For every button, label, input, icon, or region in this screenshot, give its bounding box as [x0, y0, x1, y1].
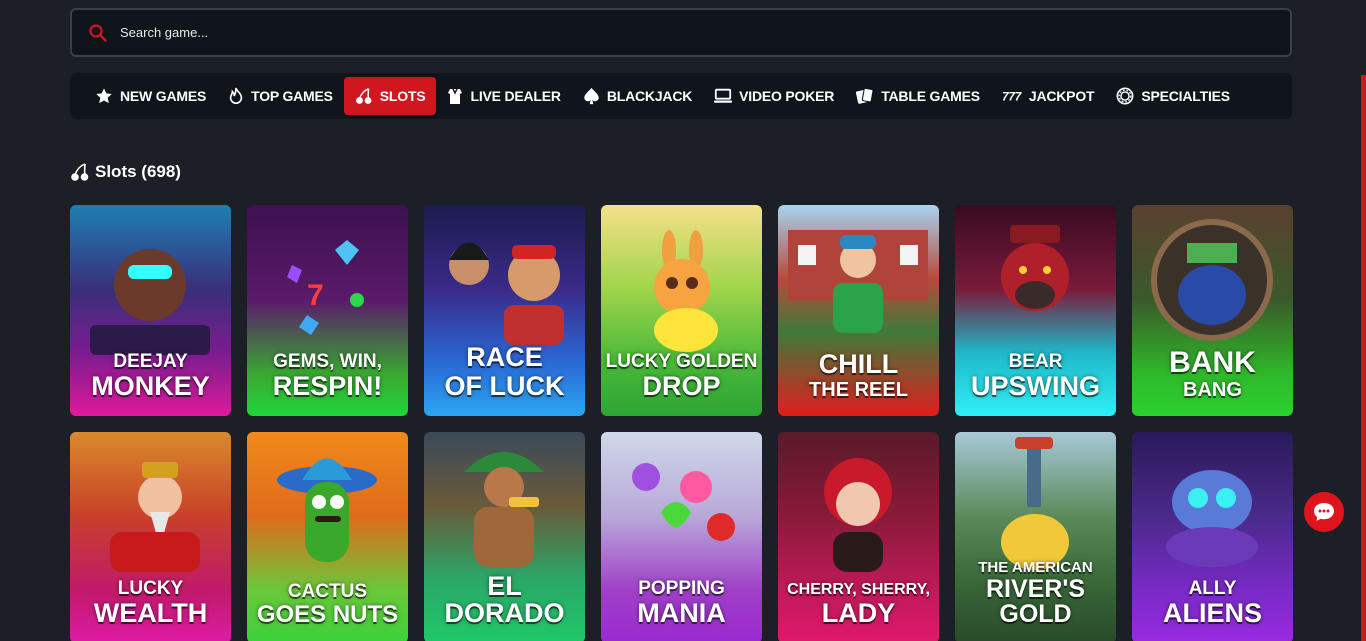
game-title-line2: OF LUCK: [444, 371, 565, 401]
game-title-line1: POPPING: [638, 578, 725, 599]
svg-text:7: 7: [307, 279, 324, 312]
game-card-race-of-luck[interactable]: RACE OF LUCK: [424, 205, 585, 416]
game-title-line2: DROP: [642, 371, 721, 401]
star-icon: [95, 87, 113, 105]
game-card-popping-mania[interactable]: POPPING MANIA: [601, 432, 762, 641]
game-title-line1: THE AMERICAN: [978, 559, 1093, 576]
nav-top-games[interactable]: TOP GAMES: [217, 77, 344, 115]
game-card-ally-aliens[interactable]: ALLY ALIENS: [1132, 432, 1293, 641]
game-card-lucky-golden-drop[interactable]: LUCKY GOLDEN DROP: [601, 205, 762, 416]
nav-label: SLOTS: [379, 88, 426, 104]
nav-live-dealer[interactable]: LIVE DEALER: [436, 77, 571, 115]
game-card-bear-upswing[interactable]: BEAR UPSWING: [955, 205, 1116, 416]
nav-label: LIVE DEALER: [470, 88, 561, 104]
game-card-deejay-monkey[interactable]: DEEJAY MONKEY: [70, 205, 231, 416]
game-title-line1: CACTUS: [287, 581, 368, 602]
nav-specialties[interactable]: SPECIALTIES: [1105, 77, 1241, 115]
flame-icon: [228, 87, 244, 105]
cherry-icon: [355, 87, 373, 105]
chat-bubble-icon: [1314, 503, 1334, 521]
nav-table-games[interactable]: TABLE GAMES: [845, 77, 991, 115]
game-title-line2: ALIENS: [1162, 598, 1262, 628]
game-card-bank-bang[interactable]: BANK BANG: [1132, 205, 1293, 416]
game-title-line1: CHILL: [818, 349, 899, 379]
cards-icon: [856, 87, 874, 105]
search-icon: [89, 23, 107, 42]
game-card-gems-win-respin[interactable]: 7 GEMS, WIN, RESPIN!: [247, 205, 408, 416]
game-title-line1: CHERRY, SHERRY,: [787, 581, 930, 598]
nav-slots[interactable]: SLOTS: [343, 77, 437, 115]
spade-icon: [583, 87, 600, 105]
game-title-line2: MANIA: [637, 598, 726, 628]
nav-label: BLACKJACK: [606, 88, 693, 104]
cherry-icon: [71, 163, 89, 181]
monitor-icon: [714, 88, 733, 104]
game-title-line1: BANK: [1169, 346, 1256, 379]
chat-button[interactable]: [1304, 492, 1344, 532]
game-card-american-rivers-gold[interactable]: THE AMERICAN RIVER'S GOLD: [955, 432, 1116, 641]
game-title-line1: LUCKY: [117, 578, 184, 599]
scrollbar[interactable]: [1361, 75, 1366, 641]
nav-label: VIDEO POKER: [739, 88, 835, 104]
svg-text:777: 777: [1002, 90, 1022, 103]
game-title-line2: GOES NUTS: [256, 601, 399, 628]
game-title-line1: GEMS, WIN,: [273, 351, 382, 372]
section-heading: Slots (698): [70, 162, 181, 182]
game-title-line2: RIVER'S GOLD: [985, 575, 1086, 628]
page: NEW GAMES TOP GAMES SLOTS LIVE DEALER BL…: [0, 0, 1366, 641]
search-bar[interactable]: [70, 8, 1292, 57]
game-title-line1: RACE: [466, 342, 543, 372]
nav-label: JACKPOT: [1028, 88, 1095, 104]
game-grid: DEEJAY MONKEY 7 GEMS, WIN, RESPIN! RACE …: [70, 205, 1293, 641]
game-title-line2: BANG: [1183, 379, 1242, 401]
search-input[interactable]: [120, 25, 1220, 40]
game-title-line2: LADY: [821, 598, 896, 628]
game-title-line2: WEALTH: [93, 598, 208, 628]
nav-new-games[interactable]: NEW GAMES: [84, 77, 217, 115]
section-title: Slots (698): [95, 162, 181, 181]
game-card-el-dorado[interactable]: EL DORADO: [424, 432, 585, 641]
nav-label: NEW GAMES: [120, 88, 207, 104]
game-title-line2: UPSWING: [970, 371, 1100, 401]
game-title-line2: THE REEL: [809, 379, 908, 401]
nav-jackpot[interactable]: 777 JACKPOT: [991, 77, 1106, 115]
game-card-cherry-sherry-lady[interactable]: CHERRY, SHERRY, LADY: [778, 432, 939, 641]
game-title-line1: LUCKY GOLDEN: [605, 351, 758, 372]
dealer-icon: [447, 87, 463, 105]
game-card-lucky-wealth[interactable]: LUCKY WEALTH: [70, 432, 231, 641]
nav-video-poker[interactable]: VIDEO POKER: [703, 77, 845, 115]
seven-icon: 777: [1002, 89, 1022, 103]
game-card-chill-the-reel[interactable]: CHILL THE REEL: [778, 205, 939, 416]
game-title-line2: RESPIN!: [272, 371, 383, 401]
chip-icon: [1116, 87, 1134, 105]
nav-label: TOP GAMES: [251, 88, 333, 104]
category-nav: NEW GAMES TOP GAMES SLOTS LIVE DEALER BL…: [70, 73, 1292, 119]
game-title-line2: MONKEY: [91, 371, 210, 401]
game-title-line1: DEEJAY: [113, 351, 188, 372]
game-title-line1: ALLY: [1188, 578, 1237, 599]
game-title-line2: EL DORADO: [444, 571, 565, 628]
nav-label: TABLE GAMES: [881, 88, 980, 104]
nav-blackjack[interactable]: BLACKJACK: [572, 77, 703, 115]
game-card-cactus-goes-nuts[interactable]: CACTUS GOES NUTS: [247, 432, 408, 641]
game-title-line1: BEAR: [1008, 351, 1063, 372]
nav-label: SPECIALTIES: [1141, 88, 1230, 104]
